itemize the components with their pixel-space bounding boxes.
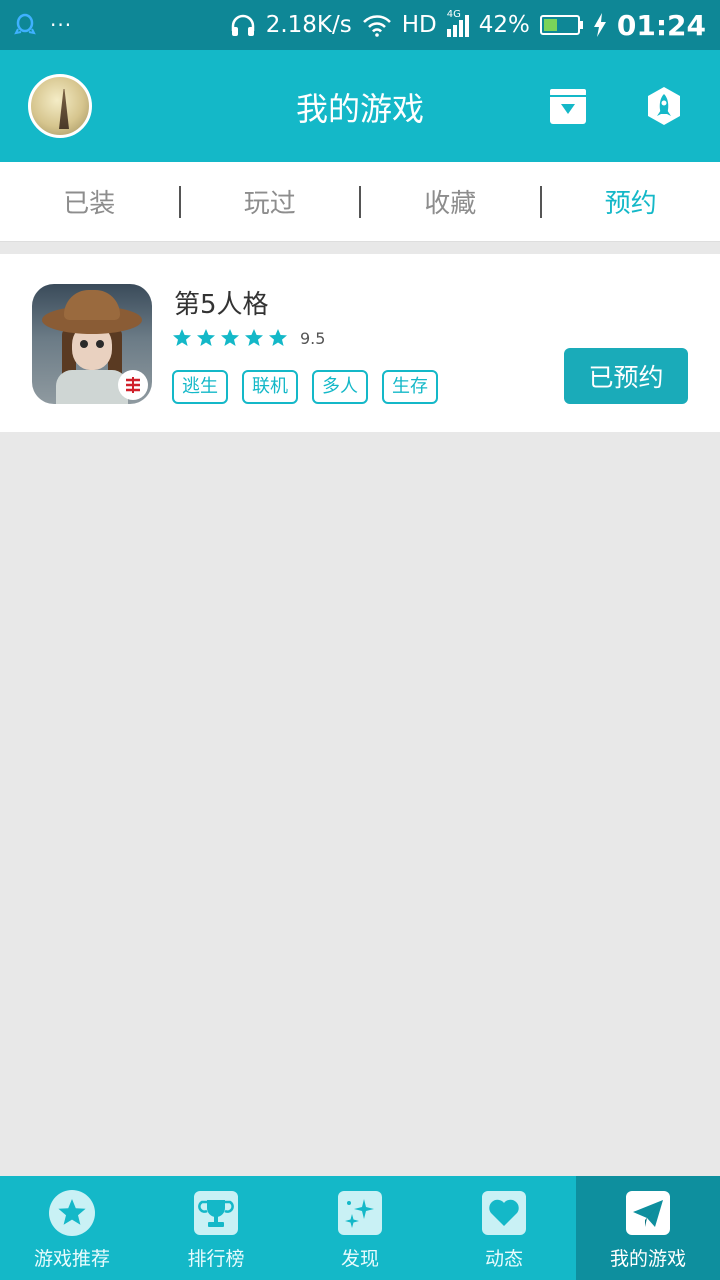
nav-label: 发现 [340, 1248, 379, 1270]
nav-label: 排行榜 [187, 1248, 245, 1270]
more-dots-icon: ··· [50, 13, 73, 37]
paper-plane-icon [626, 1191, 670, 1235]
game-icon[interactable] [32, 284, 152, 404]
tab-reserved[interactable]: 预约 [542, 183, 720, 220]
hd-label: HD [401, 12, 437, 38]
rocket-icon[interactable] [644, 86, 684, 126]
reserved-button[interactable]: 已预约 [564, 348, 688, 404]
status-bar: ··· 2.18K/s HD 4G 42% 01:24 [0, 0, 720, 50]
game-title[interactable]: 第5人格 [174, 284, 269, 321]
battery-percent: 42% [478, 12, 530, 38]
nav-label: 动态 [484, 1248, 523, 1270]
heart-icon [482, 1191, 526, 1235]
tag[interactable]: 多人 [312, 370, 368, 404]
charging-icon [593, 13, 606, 37]
nav-item-ranking[interactable]: 排行榜 [144, 1176, 288, 1280]
star-icon [221, 329, 239, 346]
clock: 01:24 [616, 8, 706, 42]
nav-label: 游戏推荐 [33, 1248, 110, 1270]
battery-icon [539, 15, 583, 35]
list-item[interactable]: 第5人格 9.5 逃生 联机 多人 生存 已预约 [0, 254, 720, 432]
nav-item-feed[interactable]: 动态 [432, 1176, 576, 1280]
tab-played[interactable]: 玩过 [181, 183, 360, 220]
tag[interactable]: 联机 [242, 370, 298, 404]
star-rating: 9.5 [172, 328, 325, 348]
rating-score: 9.5 [300, 328, 326, 348]
tag[interactable]: 逃生 [172, 370, 228, 404]
star-icon [197, 329, 215, 346]
nav-item-recommended[interactable]: 游戏推荐 [0, 1176, 144, 1280]
star-icon [173, 329, 191, 346]
download-box-icon[interactable] [548, 86, 588, 126]
wifi-icon [362, 15, 391, 37]
nav-item-discover[interactable]: 发现 [288, 1176, 432, 1280]
nav-item-my-games[interactable]: 我的游戏 [576, 1176, 720, 1280]
bottom-nav: 游戏推荐 排行榜 发现 动态 我的游戏 [0, 1176, 720, 1280]
tag-list: 逃生 联机 多人 生存 [172, 370, 438, 404]
tab-installed[interactable]: 已装 [0, 183, 179, 220]
star-icon [49, 1190, 95, 1236]
star-icon [269, 329, 287, 346]
network-type: 4G [446, 9, 461, 20]
tag[interactable]: 生存 [382, 370, 438, 404]
headphones-icon [231, 14, 254, 36]
qq-icon [14, 13, 36, 35]
star-icon [245, 329, 263, 346]
page-title: 我的游戏 [295, 90, 424, 128]
tab-favorites[interactable]: 收藏 [361, 183, 540, 220]
trophy-icon [194, 1191, 238, 1235]
app-header: 我的游戏 [0, 50, 720, 162]
publisher-logo-icon [118, 370, 148, 400]
nav-label: 我的游戏 [609, 1248, 686, 1270]
signal-icon: 4G [446, 9, 469, 37]
network-speed: 2.18K/s [265, 12, 352, 38]
sparkle-icon [338, 1191, 382, 1235]
tab-bar: 已装 玩过 收藏 预约 [0, 162, 720, 242]
